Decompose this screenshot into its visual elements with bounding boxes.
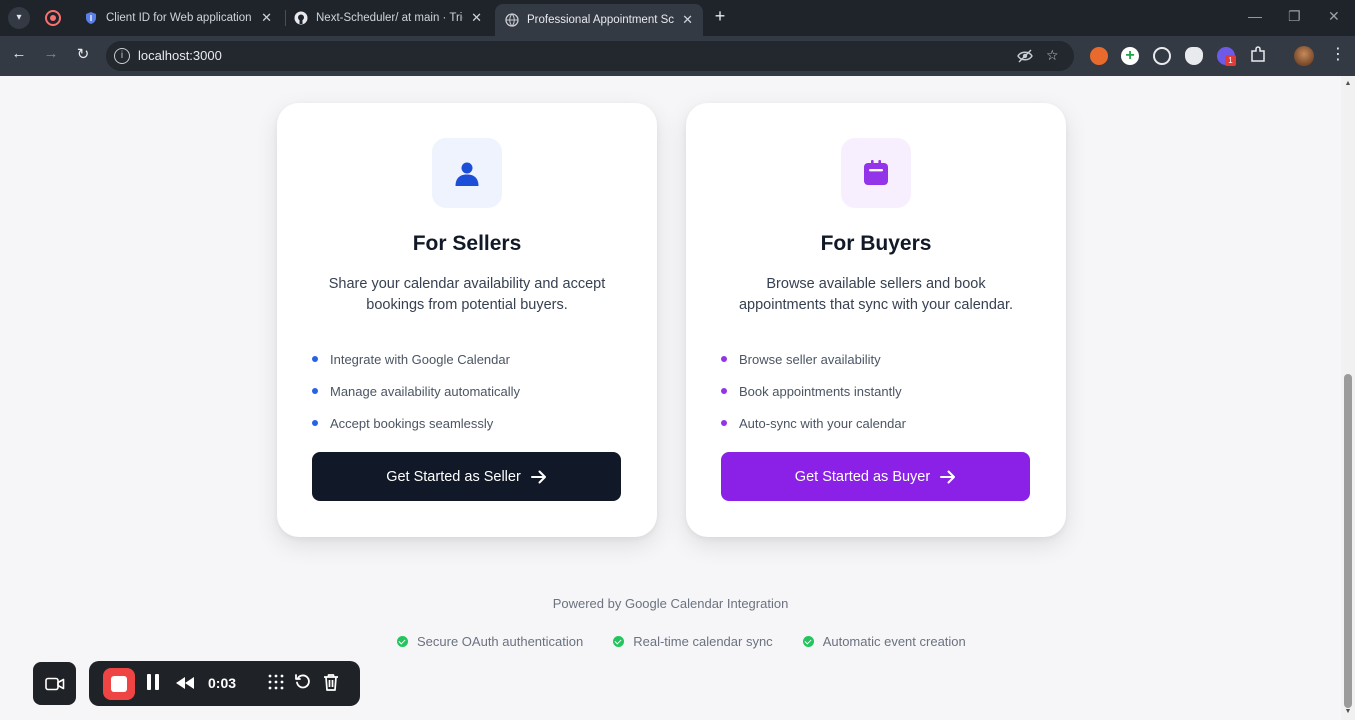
get-started-seller-button[interactable]: Get Started as Seller bbox=[312, 452, 621, 501]
bullet-dot bbox=[721, 420, 727, 426]
badge-text: Automatic event creation bbox=[822, 634, 966, 649]
page-viewport: For Sellers Share your calendar availabi… bbox=[0, 76, 1341, 720]
bullet-dot bbox=[721, 388, 727, 394]
arrow-right-icon bbox=[940, 470, 956, 483]
shield-icon bbox=[86, 12, 96, 24]
tab-active-app[interactable]: Professional Appointment Schedu ✕ bbox=[495, 4, 703, 36]
feature-text: Auto-sync with your calendar bbox=[739, 415, 906, 431]
scroll-up-icon[interactable]: ▲ bbox=[1344, 80, 1352, 88]
extensions-puzzle-icon[interactable] bbox=[1249, 46, 1267, 64]
bookmark-star-icon[interactable]: ☆ bbox=[1046, 47, 1059, 64]
tab-github[interactable]: Next-Scheduler/ at main · Triden ✕ bbox=[284, 4, 492, 32]
buyers-description: Browse available sellers and book appoin… bbox=[738, 276, 1014, 313]
list-item: Accept bookings seamlessly bbox=[312, 407, 520, 439]
arrow-right-icon bbox=[530, 470, 546, 483]
close-icon[interactable]: ✕ bbox=[471, 10, 482, 26]
feature-badges: Secure OAuth authentication Real-time ca… bbox=[397, 634, 966, 649]
badge-text: Real-time calendar sync bbox=[633, 634, 773, 649]
trash-icon[interactable] bbox=[323, 673, 339, 691]
site-info-icon[interactable]: i bbox=[114, 48, 130, 64]
sellers-description: Share your calendar availability and acc… bbox=[328, 276, 606, 313]
pause-icon[interactable] bbox=[146, 673, 160, 691]
bullet-dot bbox=[721, 356, 727, 362]
address-bar[interactable]: i localhost:3000 ☆ bbox=[106, 41, 1074, 71]
browser-toolbar: ← → ↻ i localhost:3000 ☆ + 1 ⋮ bbox=[0, 36, 1355, 76]
seller-icon-box bbox=[432, 138, 502, 208]
globe-icon bbox=[505, 13, 519, 27]
extension-badge: 1 bbox=[1225, 55, 1236, 66]
button-label: Get Started as Buyer bbox=[794, 468, 931, 485]
browser-tab-bar: ▾ Client ID for Web application – ✕ Next… bbox=[0, 0, 1355, 36]
stop-recording-button[interactable] bbox=[103, 668, 135, 700]
tab-search-button[interactable]: ▾ bbox=[8, 7, 30, 29]
scrollbar-thumb[interactable] bbox=[1344, 374, 1352, 708]
sellers-title: For Sellers bbox=[412, 232, 522, 255]
extension-fox-icon[interactable] bbox=[1090, 47, 1108, 65]
recording-indicator-icon[interactable] bbox=[45, 10, 61, 26]
back-arrow-icon[interactable]: ← bbox=[8, 45, 30, 62]
feature-text: Manage availability automatically bbox=[330, 383, 521, 399]
more-menu-icon[interactable]: ⋮ bbox=[1330, 44, 1346, 64]
close-icon[interactable]: ✕ bbox=[261, 10, 272, 26]
restart-icon[interactable] bbox=[294, 673, 312, 691]
extension-plus-icon[interactable]: + bbox=[1121, 47, 1139, 65]
badge-events: Automatic event creation bbox=[802, 634, 966, 649]
page-scrollbar[interactable]: ▲ ▼ bbox=[1341, 76, 1355, 720]
list-item: Book appointments instantly bbox=[721, 375, 906, 407]
bullet-dot bbox=[312, 356, 318, 362]
tab-client-id[interactable]: Client ID for Web application – ✕ bbox=[74, 4, 282, 32]
reload-icon[interactable]: ↻ bbox=[72, 45, 94, 63]
feature-text: Book appointments instantly bbox=[739, 383, 902, 399]
new-tab-button[interactable]: + bbox=[710, 6, 730, 27]
check-circle-icon bbox=[613, 636, 625, 647]
extension-bulb-icon[interactable] bbox=[1153, 47, 1171, 65]
restore-icon[interactable]: ❐ bbox=[1288, 8, 1301, 25]
get-started-buyer-button[interactable]: Get Started as Buyer bbox=[721, 452, 1030, 501]
badge-sync: Real-time calendar sync bbox=[613, 634, 773, 649]
list-item: Browse seller availability bbox=[721, 343, 906, 375]
feature-text: Browse seller availability bbox=[739, 351, 881, 367]
recorder-control-bar: 0:03 bbox=[89, 661, 360, 706]
sellers-card: For Sellers Share your calendar availabi… bbox=[277, 103, 657, 537]
eye-slash-icon[interactable] bbox=[1016, 47, 1034, 65]
forward-arrow-icon[interactable]: → bbox=[40, 45, 62, 62]
powered-by-text: Powered by Google Calendar Integration bbox=[552, 596, 789, 611]
tab-title: Professional Appointment Schedu bbox=[527, 14, 675, 26]
minimize-icon[interactable]: — bbox=[1248, 8, 1262, 24]
video-camera-icon bbox=[44, 677, 64, 690]
buyers-title: For Buyers bbox=[820, 232, 932, 255]
extension-hand-icon[interactable] bbox=[1185, 47, 1203, 65]
url-text[interactable]: localhost:3000 bbox=[138, 48, 222, 63]
list-item: Integrate with Google Calendar bbox=[312, 343, 520, 375]
feature-text: Accept bookings seamlessly bbox=[330, 415, 494, 431]
rewind-icon[interactable] bbox=[175, 676, 195, 690]
user-icon bbox=[455, 162, 479, 186]
recording-timer: 0:03 bbox=[208, 675, 237, 691]
tab-title: Next-Scheduler/ at main · Triden bbox=[316, 12, 463, 24]
camera-toggle-button[interactable] bbox=[33, 662, 76, 705]
bullet-dot bbox=[312, 388, 318, 394]
scroll-down-icon[interactable]: ▼ bbox=[1344, 708, 1352, 716]
close-icon[interactable]: ✕ bbox=[682, 12, 693, 28]
check-circle-icon bbox=[397, 636, 408, 647]
buyer-icon-box bbox=[841, 138, 911, 208]
list-item: Manage availability automatically bbox=[312, 375, 520, 407]
list-item: Auto-sync with your calendar bbox=[721, 407, 906, 439]
button-label: Get Started as Seller bbox=[386, 468, 521, 485]
buyers-card: For Buyers Browse available sellers and … bbox=[686, 103, 1066, 537]
sellers-feature-list: Integrate with Google Calendar Manage av… bbox=[312, 343, 520, 439]
github-icon bbox=[294, 11, 308, 25]
tab-title: Client ID for Web application – bbox=[106, 12, 254, 24]
calendar-icon bbox=[864, 160, 888, 185]
extension-purple-icon[interactable]: 1 bbox=[1217, 47, 1236, 66]
badge-text: Secure OAuth authentication bbox=[417, 634, 584, 649]
profile-avatar[interactable] bbox=[1294, 46, 1314, 66]
check-circle-icon bbox=[802, 636, 814, 647]
window-close-icon[interactable]: ✕ bbox=[1328, 8, 1340, 25]
buyers-feature-list: Browse seller availability Book appointm… bbox=[721, 343, 906, 439]
bullet-dot bbox=[312, 420, 318, 426]
badge-oauth: Secure OAuth authentication bbox=[397, 634, 583, 649]
feature-text: Integrate with Google Calendar bbox=[330, 351, 510, 367]
grid-dots-icon[interactable] bbox=[267, 673, 285, 691]
